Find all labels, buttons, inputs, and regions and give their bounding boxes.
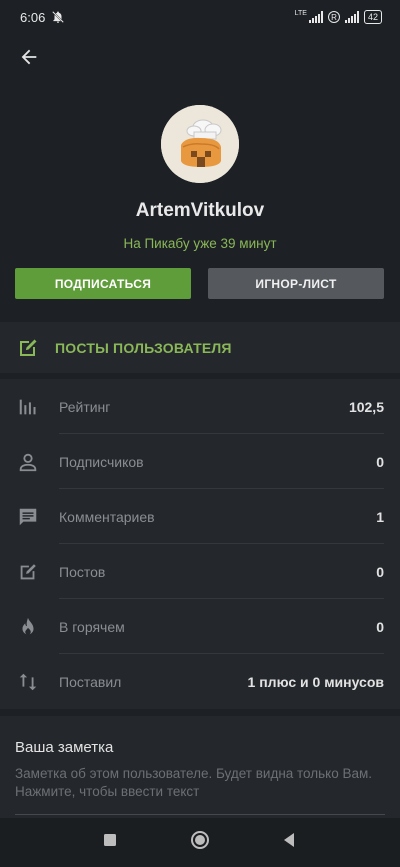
stat-value: 0 (376, 618, 384, 635)
system-nav-bar (0, 818, 400, 867)
signal-icon (308, 11, 323, 23)
ignore-list-button[interactable]: ИГНОР-ЛИСТ (208, 268, 384, 299)
stat-value: 1 плюс и 0 минусов (247, 673, 384, 690)
edit-icon (20, 563, 36, 579)
home-button[interactable] (190, 830, 210, 855)
back-button[interactable] (14, 42, 44, 72)
stat-value: 102,5 (348, 398, 384, 415)
stat-value: 0 (376, 563, 384, 580)
subscribe-button[interactable]: ПОДПИСАТЬСЯ (15, 268, 191, 299)
rating-bars-icon (19, 399, 36, 414)
stats-card: Рейтинг 102,5 Подписчиков 0 Комментариев… (0, 379, 400, 709)
sort-arrows-icon (19, 673, 37, 690)
member-since: На Пикабу уже 39 минут (123, 236, 277, 251)
stat-label: Поставил (59, 673, 122, 690)
stat-value: 1 (376, 508, 384, 525)
user-note-field[interactable]: Ваша заметка Заметка об этом пользовател… (0, 716, 400, 831)
note-placeholder: Заметка об этом пользователе. Будет видн… (15, 766, 373, 799)
stat-label: Комментариев (59, 508, 155, 525)
flame-icon (22, 617, 34, 635)
note-underline (15, 814, 385, 815)
status-time: 6:06 (20, 9, 46, 25)
avatar (161, 105, 239, 183)
stat-rating: Рейтинг 102,5 (0, 379, 400, 434)
status-bar: 6:06 LTE R 42 (0, 0, 400, 34)
stat-value: 0 (376, 453, 384, 470)
notifications-off-icon (52, 11, 65, 23)
arrow-left-icon (21, 49, 37, 65)
triangle-back-icon (284, 833, 294, 847)
comment-icon (19, 508, 37, 525)
stat-posts: Постов 0 (0, 544, 400, 599)
stat-votes-given: Поставил 1 плюс и 0 минусов (0, 654, 400, 709)
person-icon (19, 453, 37, 471)
network-type: LTE (294, 10, 307, 17)
stat-label: Подписчиков (59, 453, 144, 470)
username: ArtemVitkulov (135, 200, 265, 221)
stat-label: Рейтинг (59, 398, 111, 415)
square-icon (104, 834, 116, 846)
avatar-image (161, 105, 239, 183)
battery-icon: 42 (363, 10, 382, 24)
user-posts-label: ПОСТЫ ПОЛЬЗОВАТЕЛЯ (55, 339, 232, 356)
stat-label: Постов (59, 563, 106, 580)
stat-label: В горячем (59, 618, 125, 635)
user-posts-link[interactable]: ПОСТЫ ПОЛЬЗОВАТЕЛЯ (0, 322, 400, 373)
recents-button[interactable] (103, 833, 117, 852)
signal-icon-2 (344, 11, 359, 23)
note-title: Ваша заметка (15, 739, 114, 756)
circle-icon (191, 831, 209, 849)
roaming-icon: R (327, 11, 340, 23)
edit-icon (20, 339, 37, 356)
stat-hot: В горячем 0 (0, 599, 400, 654)
stat-comments: Комментариев 1 (0, 489, 400, 544)
back-nav-button[interactable] (282, 832, 296, 853)
stat-subscribers: Подписчиков 0 (0, 434, 400, 489)
